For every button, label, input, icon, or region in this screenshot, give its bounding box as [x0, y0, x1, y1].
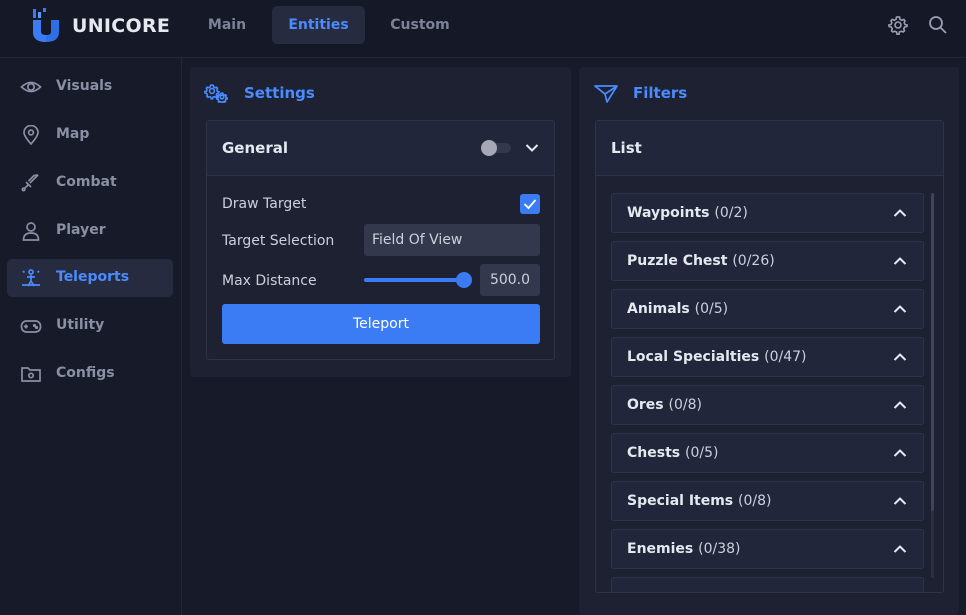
list-item[interactable]: Puzzle Chest (0/26) — [611, 241, 924, 281]
filter-name: Enemies — [627, 541, 694, 557]
filter-name: Waypoints — [627, 205, 710, 221]
filter-name: Animals — [627, 301, 690, 317]
list-scrollbar[interactable] — [931, 193, 934, 578]
draw-target-checkbox[interactable] — [520, 194, 540, 214]
tab-entities[interactable]: Entities — [272, 6, 365, 44]
filter-count: (0/26) — [732, 253, 775, 269]
sidebar-item-configs[interactable]: Configs — [7, 355, 173, 393]
sidebar-item-label: Player — [56, 222, 106, 238]
filter-count: (0/2) — [714, 205, 748, 221]
filter-list[interactable]: Waypoints (0/2) Puzzle Chest (0/26) Anim… — [596, 177, 943, 592]
filter-count: (0/5) — [684, 445, 719, 461]
sidebar-item-teleports[interactable]: Teleports — [7, 259, 173, 297]
list-item[interactable]: Enemies (0/38) — [611, 529, 924, 569]
sidebar-item-player[interactable]: Player — [7, 212, 173, 250]
search-icon[interactable] — [928, 15, 948, 35]
settings-title: Settings — [244, 84, 315, 102]
gamepad-icon — [20, 320, 42, 333]
sidebar-item-label: Visuals — [56, 78, 113, 94]
max-distance-label: Max Distance — [222, 273, 317, 289]
filter-count: (0/8) — [738, 493, 772, 509]
top-bar: UNICORE Main Entities Custom — [0, 0, 966, 58]
list-title: List — [611, 139, 642, 157]
sword-icon — [21, 174, 39, 192]
chevron-up-icon — [893, 353, 907, 361]
checkmark-icon — [523, 199, 537, 210]
folder-gear-icon — [21, 367, 41, 382]
paper-plane-icon — [594, 85, 618, 103]
general-toggle[interactable] — [481, 140, 511, 156]
tab-main[interactable]: Main — [192, 6, 262, 44]
sidebar-item-visuals[interactable]: Visuals — [7, 68, 173, 106]
list-header: List — [596, 121, 943, 176]
gears-icon — [204, 84, 228, 103]
general-card-header[interactable]: General — [207, 121, 554, 176]
unicore-logo — [33, 8, 59, 42]
chevron-up-icon — [893, 209, 907, 217]
list-item[interactable]: Ores (0/8) — [611, 385, 924, 425]
filter-name: Chests — [627, 445, 681, 461]
slider-thumb[interactable] — [456, 272, 472, 288]
sidebar-item-label: Configs — [56, 365, 115, 381]
chevron-up-icon — [893, 257, 907, 265]
filter-name: Local Specialties — [627, 349, 760, 365]
sidebar-item-combat[interactable]: Combat — [7, 164, 173, 202]
list-item-partial[interactable] — [611, 577, 924, 592]
teleport-button[interactable]: Teleport — [222, 304, 540, 344]
filter-count: (0/38) — [698, 541, 741, 557]
tab-custom[interactable]: Custom — [376, 6, 464, 44]
eye-icon — [20, 81, 42, 93]
filter-list-card: List Waypoints (0/2) Puzzle Chest (0/26)… — [595, 120, 944, 593]
chevron-up-icon — [893, 401, 907, 409]
toggle-knob — [481, 140, 497, 156]
list-item[interactable]: Chests (0/5) — [611, 433, 924, 473]
target-selection-label: Target Selection — [222, 233, 335, 249]
chevron-up-icon — [893, 449, 907, 457]
target-selection-dropdown[interactable]: Field Of View — [364, 224, 540, 256]
scrollbar-thumb[interactable] — [931, 193, 934, 511]
general-title: General — [222, 139, 288, 157]
filter-name: Puzzle Chest — [627, 253, 728, 269]
filter-count: (0/5) — [694, 301, 729, 317]
settings-panel: Settings General Draw Target Target Sele… — [190, 67, 571, 377]
sidebar-item-map[interactable]: Map — [7, 116, 173, 154]
draw-target-label: Draw Target — [222, 196, 307, 212]
sidebar-item-label: Utility — [56, 317, 105, 333]
chevron-up-icon — [893, 305, 907, 313]
filters-title: Filters — [633, 84, 688, 102]
filters-panel: Filters List Waypoints (0/2) Puzzle Ches… — [579, 67, 959, 615]
sidebar: Visuals Map Combat Player Teleports Util… — [0, 58, 182, 615]
filter-count: (0/47) — [764, 349, 807, 365]
sidebar-item-label: Teleports — [56, 269, 130, 285]
chevron-down-icon[interactable] — [525, 143, 539, 153]
list-item[interactable]: Waypoints (0/2) — [611, 193, 924, 233]
chevron-up-icon — [893, 497, 907, 505]
general-card: General Draw Target Target Selection Fie… — [206, 120, 555, 360]
map-pin-icon — [23, 125, 39, 145]
user-icon — [22, 222, 40, 241]
filter-name: Special Items — [627, 493, 734, 509]
filter-name: Ores — [627, 397, 664, 413]
sidebar-item-label: Combat — [56, 174, 117, 190]
max-distance-input[interactable]: 500.0 — [480, 264, 540, 296]
chevron-up-icon — [893, 545, 907, 553]
list-item[interactable]: Local Specialties (0/47) — [611, 337, 924, 377]
teleport-icon — [22, 269, 40, 287]
sidebar-item-label: Map — [56, 126, 90, 142]
gear-icon[interactable] — [888, 15, 908, 35]
list-item[interactable]: Special Items (0/8) — [611, 481, 924, 521]
max-distance-slider[interactable] — [364, 278, 464, 282]
sidebar-item-utility[interactable]: Utility — [7, 307, 173, 345]
brand-name: UNICORE — [72, 15, 171, 37]
list-item[interactable]: Animals (0/5) — [611, 289, 924, 329]
filter-count: (0/8) — [668, 397, 702, 413]
